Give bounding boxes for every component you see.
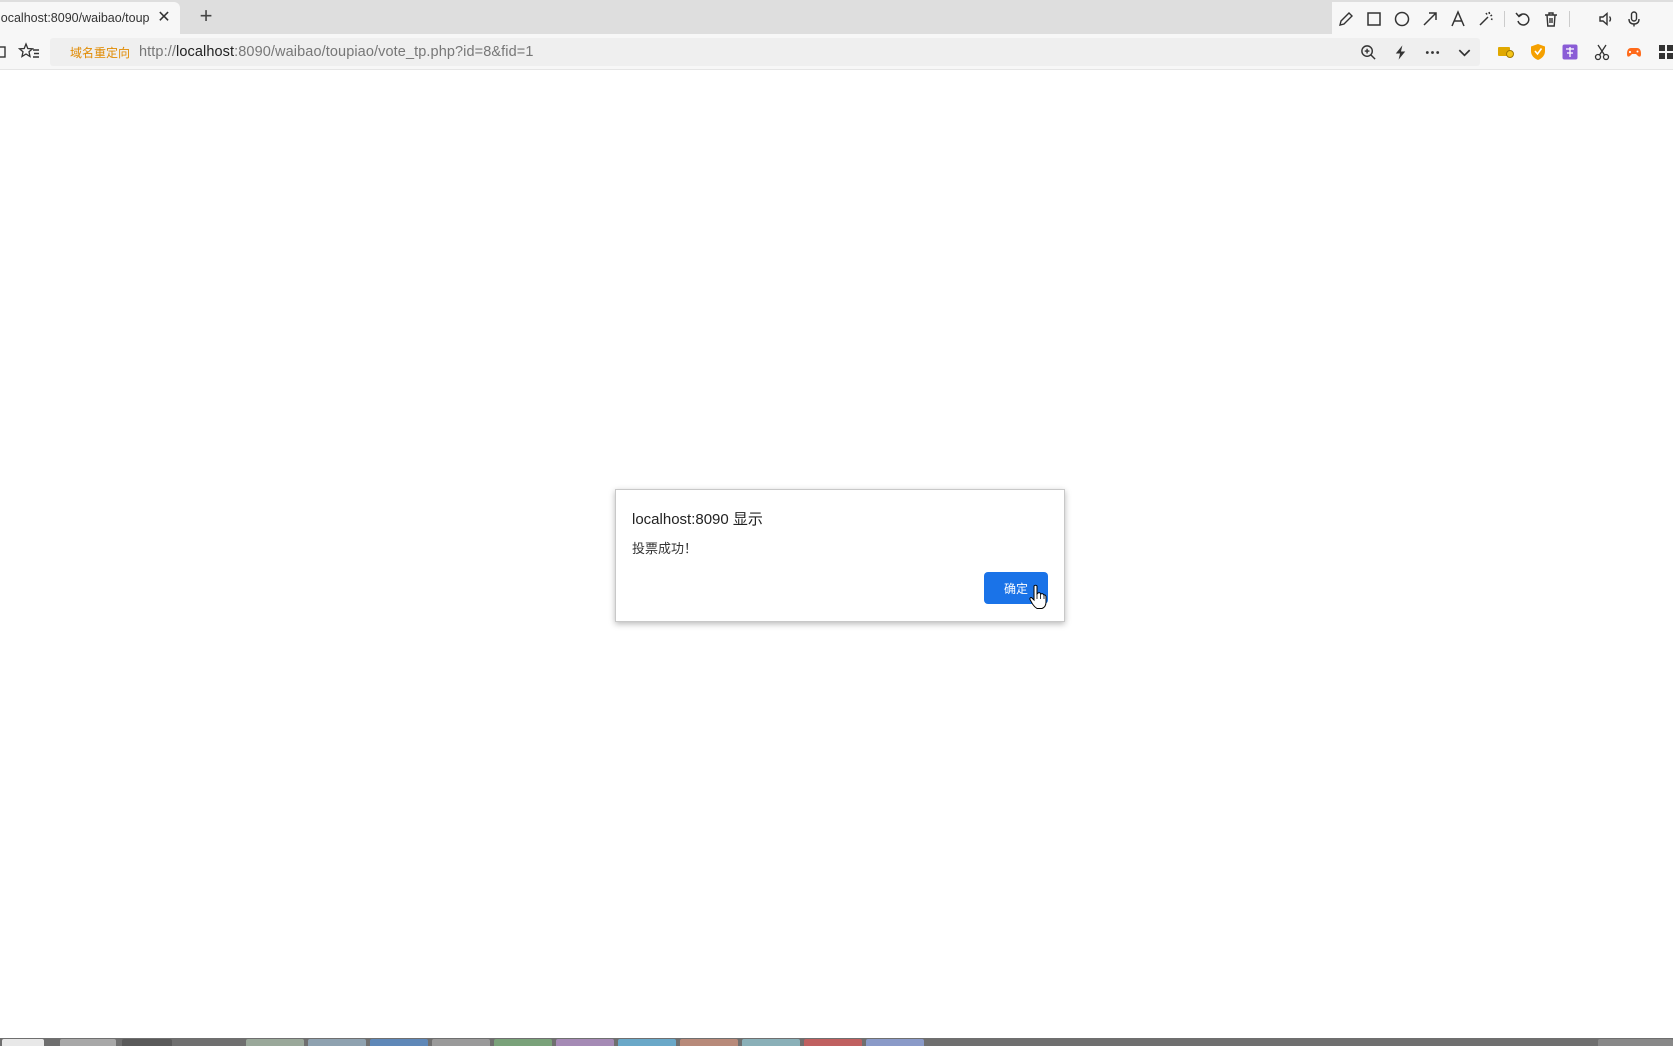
shield-extension-icon[interactable] <box>1522 38 1554 66</box>
taskbar-item[interactable] <box>122 1039 172 1046</box>
alert-dialog: localhost:8090 显示 投票成功！ 确定 <box>615 489 1065 622</box>
taskbar-item[interactable] <box>60 1039 116 1046</box>
taskbar-item[interactable] <box>618 1039 676 1046</box>
taskbar-item[interactable] <box>432 1039 490 1046</box>
rectangle-icon[interactable] <box>1360 5 1388 33</box>
taskbar-item[interactable] <box>556 1039 614 1046</box>
undo-icon[interactable] <box>1509 5 1537 33</box>
zoom-icon[interactable] <box>1352 38 1384 66</box>
key-extension-icon[interactable] <box>1490 38 1522 66</box>
url-host: localhost <box>176 44 235 60</box>
microphone-icon[interactable] <box>1620 5 1648 33</box>
speaker-icon[interactable] <box>1592 5 1620 33</box>
taskbar-item[interactable] <box>804 1039 862 1046</box>
address-bar[interactable]: 域名重定向 http://localhost:8090/waibao/toupi… <box>50 38 1480 66</box>
pencil-icon[interactable] <box>1332 5 1360 33</box>
navigation-bar: 域名重定向 http://localhost:8090/waibao/toupi… <box>0 34 1673 70</box>
tab-title: localhost:8090/waibao/toupiao/vote_tp.ph… <box>0 11 150 25</box>
taskbar-item[interactable] <box>866 1039 924 1046</box>
circle-icon[interactable] <box>1388 5 1416 33</box>
hand-cursor-icon <box>1029 584 1047 609</box>
arrow-icon[interactable] <box>1416 5 1444 33</box>
translate-extension-icon[interactable] <box>1554 38 1586 66</box>
apps-grid-icon[interactable] <box>1650 38 1673 66</box>
toolbar-divider <box>1569 11 1570 27</box>
chevron-down-icon[interactable] <box>1448 38 1480 66</box>
text-icon[interactable] <box>1444 5 1472 33</box>
magic-wand-icon[interactable] <box>1472 5 1500 33</box>
extension-toolbar <box>1490 38 1673 66</box>
redirect-tag: 域名重定向 <box>70 45 131 60</box>
new-tab-button[interactable]: + <box>194 4 218 28</box>
taskbar-item[interactable] <box>2 1039 44 1046</box>
taskbar-item[interactable] <box>246 1039 304 1046</box>
browser-tab[interactable]: localhost:8090/waibao/toupiao/vote_tp.ph… <box>0 2 180 34</box>
taskbar-item[interactable] <box>494 1039 552 1046</box>
toolbar-divider <box>1504 11 1505 27</box>
url-text[interactable]: http://localhost:8090/waibao/toupiao/vot… <box>139 44 534 60</box>
tab-close-icon[interactable]: ✕ <box>156 8 172 28</box>
taskbar-item[interactable] <box>308 1039 366 1046</box>
gamepad-extension-icon[interactable] <box>1618 38 1650 66</box>
sidebar-toggle-icon[interactable] <box>0 44 8 60</box>
dialog-message: 投票成功！ <box>632 541 698 556</box>
dialog-title: localhost:8090 显示 <box>632 511 763 528</box>
taskbar-item[interactable] <box>742 1039 800 1046</box>
taskbar-item[interactable] <box>1598 1039 1673 1046</box>
taskbar <box>0 1038 1673 1046</box>
annotation-toolbar <box>1332 2 1673 36</box>
lightning-icon[interactable] <box>1384 38 1416 66</box>
bookmark-star-icon[interactable] <box>18 42 40 62</box>
trash-icon[interactable] <box>1537 5 1565 33</box>
taskbar-item[interactable] <box>680 1039 738 1046</box>
url-scheme: http:// <box>139 44 176 60</box>
more-icon[interactable] <box>1416 38 1448 66</box>
address-actions <box>1352 38 1480 66</box>
url-path: :8090/waibao/toupiao/vote_tp.php?id=8&fi… <box>234 44 534 60</box>
scissors-icon[interactable] <box>1586 38 1618 66</box>
taskbar-item[interactable] <box>370 1039 428 1046</box>
